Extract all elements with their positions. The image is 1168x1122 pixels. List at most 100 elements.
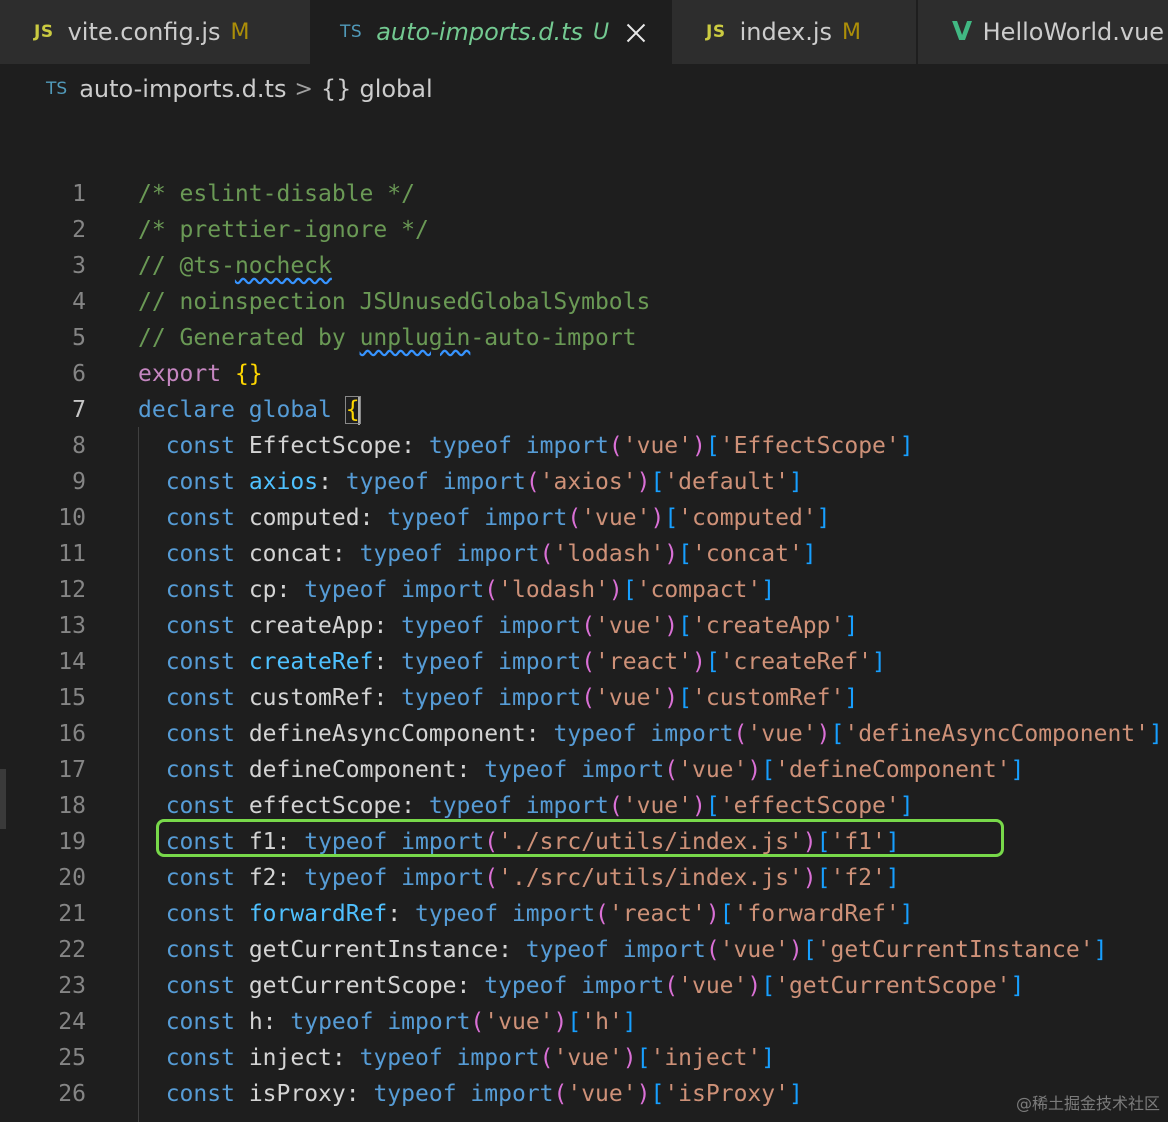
code-line[interactable]: 6 export {} bbox=[0, 356, 1168, 392]
code-text: const inject: typeof import('vue')['inje… bbox=[165, 1045, 776, 1071]
close-icon[interactable] bbox=[625, 21, 647, 43]
chevron-right-icon: > bbox=[294, 76, 313, 102]
tab-index-js[interactable]: JS index.js M bbox=[672, 0, 918, 64]
code-text: /* prettier-ignore */ bbox=[138, 217, 429, 243]
line-number: 9 bbox=[72, 469, 86, 495]
code-line[interactable]: 4 // noinspection JSUnusedGlobalSymbols bbox=[0, 284, 1168, 320]
line-number: 15 bbox=[58, 685, 86, 711]
code-text: const concat: typeof import('lodash')['c… bbox=[165, 541, 817, 567]
code-line[interactable]: 12 const cp: typeof import('lodash')['co… bbox=[0, 572, 1168, 608]
code-text: const EffectScope: typeof import('vue')[… bbox=[165, 433, 914, 459]
line-number: 20 bbox=[58, 865, 86, 891]
tab-label: vite.config.js bbox=[67, 18, 221, 46]
tab-label: index.js bbox=[739, 18, 833, 46]
line-number: 14 bbox=[58, 649, 86, 675]
code-line[interactable]: 23 const getCurrentScope: typeof import(… bbox=[0, 968, 1168, 1004]
breadcrumb-symbol[interactable]: global bbox=[359, 75, 432, 103]
tab-helloworld-vue[interactable]: V HelloWorld.vue bbox=[918, 0, 1168, 64]
code-line[interactable]: 5 // Generated by unplugin-auto-import bbox=[0, 320, 1168, 356]
modified-badge: M bbox=[230, 19, 250, 45]
code-text: /* eslint-disable */ bbox=[138, 181, 415, 207]
line-number: 1 bbox=[72, 181, 86, 207]
line-number: 26 bbox=[58, 1081, 86, 1107]
code-line[interactable]: 18 const effectScope: typeof import('vue… bbox=[0, 788, 1168, 824]
code-line[interactable]: 21 const forwardRef: typeof import('reac… bbox=[0, 896, 1168, 932]
code-text: const forwardRef: typeof import('react')… bbox=[165, 901, 914, 927]
code-text: const customRef: typeof import('vue')['c… bbox=[165, 685, 859, 711]
code-line[interactable]: 11 const concat: typeof import('lodash')… bbox=[0, 536, 1168, 572]
line-number: 13 bbox=[58, 613, 86, 639]
code-line[interactable]: 8 const EffectScope: typeof import('vue'… bbox=[0, 428, 1168, 464]
line-number: 2 bbox=[72, 217, 86, 243]
line-number: 24 bbox=[58, 1009, 86, 1035]
line-number: 5 bbox=[72, 325, 86, 351]
line-number: 4 bbox=[72, 289, 86, 315]
code-line[interactable]: 16 const defineAsyncComponent: typeof im… bbox=[0, 716, 1168, 752]
code-text: const f1: typeof import('./src/utils/ind… bbox=[165, 829, 900, 855]
code-line[interactable]: 26 const isProxy: typeof import('vue')['… bbox=[0, 1076, 1168, 1112]
code-line[interactable]: 10 const computed: typeof import('vue')[… bbox=[0, 500, 1168, 536]
line-number: 23 bbox=[58, 973, 86, 999]
code-line[interactable]: 15 const customRef: typeof import('vue')… bbox=[0, 680, 1168, 716]
code-line[interactable]: 13 const createApp: typeof import('vue')… bbox=[0, 608, 1168, 644]
text-cursor bbox=[357, 396, 360, 425]
code-line[interactable]: 17 const defineComponent: typeof import(… bbox=[0, 752, 1168, 788]
code-line[interactable]: 20 const f2: typeof import('./src/utils/… bbox=[0, 860, 1168, 896]
vue-file-icon: V bbox=[952, 17, 973, 47]
tab-label: HelloWorld.vue bbox=[982, 18, 1165, 46]
tab-vite-config[interactable]: JS vite.config.js M bbox=[0, 0, 312, 64]
line-number: 11 bbox=[58, 541, 86, 567]
code-text: const computed: typeof import('vue')['co… bbox=[165, 505, 831, 531]
code-line[interactable]: 24 const h: typeof import('vue')['h'] bbox=[0, 1004, 1168, 1040]
code-line[interactable]: 19 const f1: typeof import('./src/utils/… bbox=[0, 824, 1168, 860]
line-number: 3 bbox=[72, 253, 86, 279]
tab-auto-imports[interactable]: TS auto-imports.d.ts U bbox=[312, 0, 672, 64]
code-text: export {} bbox=[138, 361, 263, 387]
code-line[interactable]: 7 declare global { bbox=[0, 392, 1168, 428]
code-text: const defineComponent: typeof import('vu… bbox=[165, 757, 1025, 783]
code-line[interactable]: 14 const createRef: typeof import('react… bbox=[0, 644, 1168, 680]
line-number: 7 bbox=[72, 397, 86, 423]
breadcrumb-file[interactable]: auto-imports.d.ts bbox=[79, 75, 286, 103]
untracked-badge: U bbox=[593, 19, 610, 45]
line-number: 12 bbox=[58, 577, 86, 603]
line-number: 10 bbox=[58, 505, 86, 531]
ts-file-icon: TS bbox=[340, 22, 363, 42]
code-line[interactable]: 22 const getCurrentInstance: typeof impo… bbox=[0, 932, 1168, 968]
line-number: 21 bbox=[58, 901, 86, 927]
code-text: const isProxy: typeof import('vue')['isP… bbox=[165, 1081, 803, 1107]
tab-label: auto-imports.d.ts bbox=[376, 18, 584, 46]
code-text: // Generated by unplugin-auto-import bbox=[138, 325, 637, 351]
code-text: const getCurrentInstance: typeof import(… bbox=[165, 937, 1108, 963]
code-text: const defineAsyncComponent: typeof impor… bbox=[165, 721, 1163, 747]
code-line[interactable]: 25 const inject: typeof import('vue')['i… bbox=[0, 1040, 1168, 1076]
namespace-icon: {} bbox=[320, 75, 352, 103]
js-file-icon: JS bbox=[706, 22, 726, 42]
code-text: declare global { bbox=[138, 396, 361, 425]
code-text: const h: typeof import('vue')['h'] bbox=[165, 1009, 637, 1035]
editor-tab-bar: JS vite.config.js M TS auto-imports.d.ts… bbox=[0, 0, 1168, 64]
code-text: // @ts-nocheck bbox=[138, 253, 332, 279]
code-editor[interactable]: 1 /* eslint-disable */ 2 /* prettier-ignore… bbox=[0, 114, 1168, 1122]
line-number: 17 bbox=[58, 757, 86, 783]
line-number: 18 bbox=[58, 793, 86, 819]
line-number: 16 bbox=[58, 721, 86, 747]
code-text: const f2: typeof import('./src/utils/ind… bbox=[165, 865, 900, 891]
ts-file-icon: TS bbox=[46, 79, 68, 99]
code-text: const createApp: typeof import('vue')['c… bbox=[165, 613, 859, 639]
code-text: const effectScope: typeof import('vue')[… bbox=[165, 793, 914, 819]
code-text: const cp: typeof import('lodash')['compa… bbox=[165, 577, 776, 603]
js-file-icon: JS bbox=[34, 22, 54, 42]
line-number: 6 bbox=[72, 361, 86, 387]
breadcrumb: TS auto-imports.d.ts > {} global bbox=[0, 64, 1168, 114]
code-line[interactable]: 3 // @ts-nocheck bbox=[0, 248, 1168, 284]
line-number: 25 bbox=[58, 1045, 86, 1071]
code-text: const axios: typeof import('axios')['def… bbox=[165, 469, 803, 495]
modified-badge: M bbox=[842, 19, 862, 45]
code-line[interactable]: 2 /* prettier-ignore */ bbox=[0, 212, 1168, 248]
code-text: const getCurrentScope: typeof import('vu… bbox=[165, 973, 1025, 999]
line-number: 19 bbox=[58, 829, 86, 855]
code-line[interactable]: 9 const axios: typeof import('axios')['d… bbox=[0, 464, 1168, 500]
watermark: @稀土掘金技术社区 bbox=[1015, 1094, 1160, 1113]
code-line[interactable]: 1 /* eslint-disable */ bbox=[0, 176, 1168, 212]
